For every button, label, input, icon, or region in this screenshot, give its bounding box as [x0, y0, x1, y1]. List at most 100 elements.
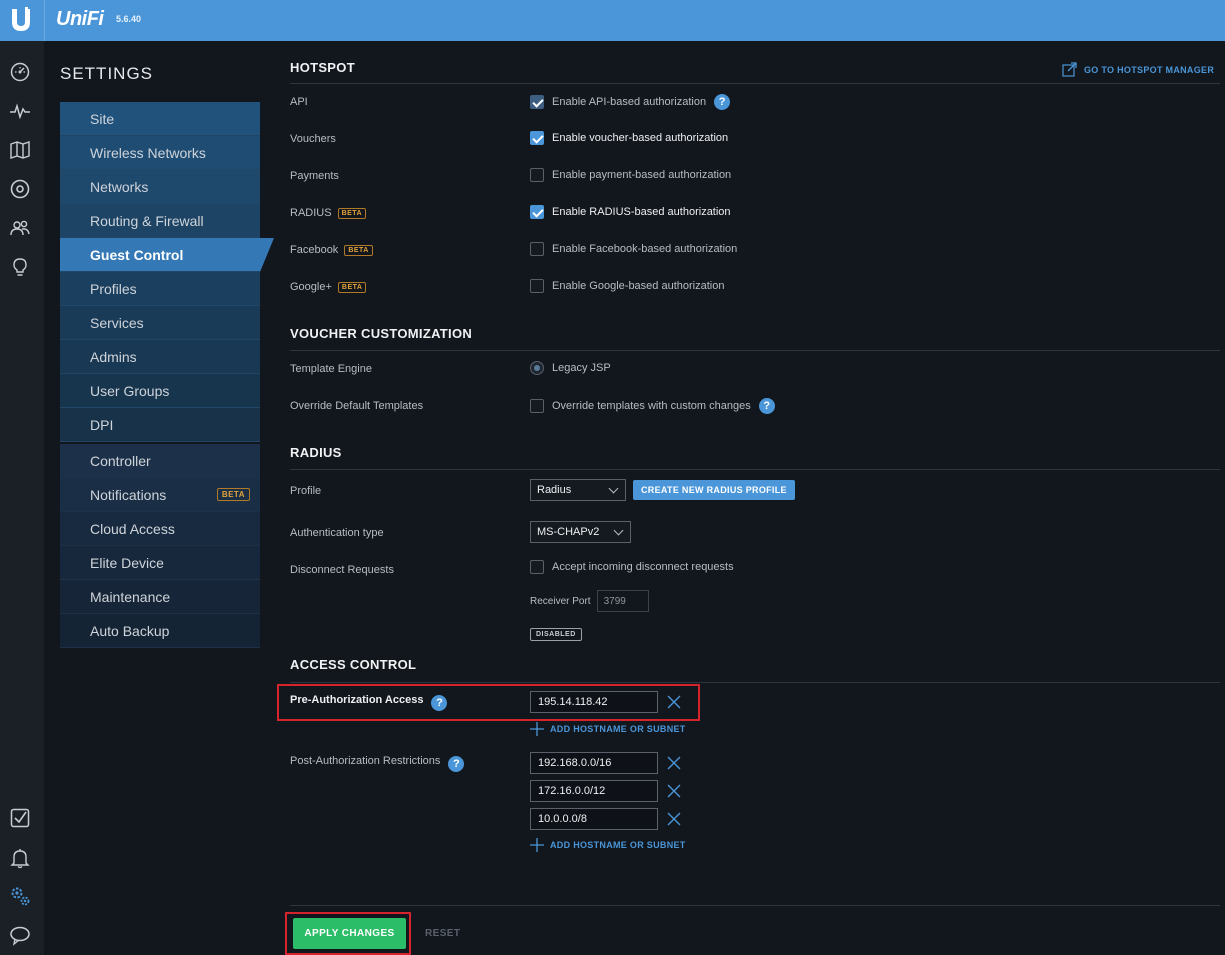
authentication-type-label: Authentication type [290, 527, 384, 539]
payment-auth-control: Enable payment-based authorization [530, 168, 731, 182]
override-templates-checkbox[interactable] [530, 399, 544, 413]
post-auth-entry-input[interactable]: 10.0.0.0/8 [530, 808, 658, 830]
settings-icon[interactable] [9, 885, 31, 907]
logo-divider [44, 0, 45, 41]
help-icon[interactable]: ? [714, 94, 731, 110]
payments-label: Payments [290, 170, 339, 182]
nav-item-wireless-networks[interactable]: Wireless Networks [60, 136, 260, 170]
authentication-type-select[interactable]: MS-CHAPv2 [530, 521, 631, 543]
facebook-auth-checkbox[interactable] [530, 242, 544, 256]
left-icon-rail [0, 41, 44, 955]
nav-item-routing-firewall[interactable]: Routing & Firewall [60, 204, 260, 238]
payment-auth-checkbox[interactable] [530, 168, 544, 182]
go-to-hotspot-manager-link[interactable]: GO TO HOTSPOT MANAGER [1062, 62, 1214, 77]
post-auth-entry-input[interactable]: 192.168.0.0/16 [530, 752, 658, 774]
nav-item-networks[interactable]: Networks [60, 170, 260, 204]
insights-icon[interactable] [9, 256, 31, 278]
radius-auth-checkbox[interactable] [530, 205, 544, 219]
nav-item-elite-device[interactable]: Elite Device [60, 546, 260, 580]
radius-label: RADIUS BETA [290, 207, 367, 219]
create-radius-profile-button[interactable]: CREATE NEW RADIUS PROFILE [633, 480, 795, 500]
override-templates-control: Override templates with custom changes ? [530, 398, 775, 414]
remove-entry-icon[interactable] [666, 755, 682, 771]
beta-badge: BETA [216, 488, 250, 501]
clients-icon[interactable] [9, 217, 31, 239]
help-icon[interactable]: ? [448, 756, 465, 772]
radius-profile-select[interactable]: Radius [530, 479, 626, 501]
radius-auth-control: Enable RADIUS-based authorization [530, 205, 731, 219]
events-icon[interactable] [9, 807, 31, 829]
voucher-auth-checkbox[interactable] [530, 131, 544, 145]
nav-item-maintenance[interactable]: Maintenance [60, 580, 260, 614]
nav-item-admins[interactable]: Admins [60, 340, 260, 374]
google-label-text: Google+ [290, 281, 332, 293]
nav-item-dpi[interactable]: DPI [60, 408, 260, 442]
radius-auth-text: Enable RADIUS-based authorization [552, 206, 731, 218]
api-auth-text: Enable API-based authorization [552, 96, 707, 108]
main-content: HOTSPOT GO TO HOTSPOT MANAGER API Enable… [277, 0, 1220, 955]
remove-entry-icon[interactable] [666, 811, 682, 827]
chat-icon[interactable] [9, 924, 31, 946]
beta-badge: BETA [344, 245, 373, 256]
help-icon[interactable]: ? [758, 398, 775, 414]
section-title-hotspot: HOTSPOT [290, 60, 355, 75]
template-engine-label: Template Engine [290, 363, 372, 375]
section-title-access-control: ACCESS CONTROL [290, 657, 417, 672]
hotspot-link-label: GO TO HOTSPOT MANAGER [1084, 64, 1215, 75]
disconnect-requests-control: Accept incoming disconnect requests [530, 560, 734, 574]
alerts-icon[interactable] [9, 847, 31, 869]
settings-title: SETTINGS [60, 64, 154, 83]
nav-item-services[interactable]: Services [60, 306, 260, 340]
google-auth-checkbox[interactable] [530, 279, 544, 293]
section-divider [290, 83, 1220, 84]
facebook-label-text: Facebook [290, 244, 339, 256]
nav-item-auto-backup[interactable]: Auto Backup [60, 614, 260, 648]
post-authorization-label: Post-Authorization Restrictions? [290, 755, 465, 772]
voucher-auth-control: Enable voucher-based authorization [530, 131, 728, 145]
payment-auth-text: Enable payment-based authorization [552, 169, 732, 181]
section-title-voucher-customization: VOUCHER CUSTOMIZATION [290, 326, 473, 341]
google-auth-text: Enable Google-based authorization [552, 280, 725, 292]
nav-item-site[interactable]: Site [60, 102, 260, 136]
receiver-port-label: Receiver Port [530, 595, 591, 607]
disconnect-requests-checkbox[interactable] [530, 560, 544, 574]
devices-icon[interactable] [9, 178, 31, 200]
reset-button[interactable]: RESET [425, 928, 460, 939]
disabled-status-badge: DISABLED [530, 628, 582, 641]
settings-nav: Site Wireless Networks Networks Routing … [60, 102, 274, 648]
nav-item-controller[interactable]: Controller [60, 444, 260, 478]
facebook-auth-control: Enable Facebook-based authorization [530, 242, 737, 256]
receiver-port-row: Receiver Port 3799 [530, 590, 649, 612]
voucher-auth-text: Enable voucher-based authorization [552, 132, 729, 144]
nav-item-guest-control[interactable]: Guest Control [60, 238, 274, 272]
add-hostname-subnet-link[interactable]: ADD HOSTNAME OR SUBNET [530, 838, 686, 852]
google-label: Google+ BETA [290, 281, 367, 293]
nav-item-notifications[interactable]: Notifications BETA [60, 478, 260, 512]
dashboard-icon[interactable] [9, 61, 31, 83]
nav-item-user-groups[interactable]: User Groups [60, 374, 260, 408]
nav-item-profiles[interactable]: Profiles [60, 272, 260, 306]
footer-divider [290, 905, 1220, 906]
add-hostname-subnet-link[interactable]: ADD HOSTNAME OR SUBNET [530, 722, 686, 736]
disconnect-requests-text: Accept incoming disconnect requests [552, 561, 734, 573]
api-label: API [290, 96, 308, 108]
api-auth-checkbox[interactable] [530, 95, 544, 109]
authentication-type-value: MS-CHAPv2 [537, 526, 600, 538]
chevron-down-icon [613, 525, 624, 536]
statistics-icon[interactable] [9, 100, 31, 122]
google-auth-control: Enable Google-based authorization [530, 279, 724, 293]
api-auth-control: Enable API-based authorization ? [530, 94, 731, 110]
external-link-icon [1062, 62, 1077, 77]
unifi-logo-text[interactable]: UniFi [56, 8, 104, 31]
post-auth-entry-input[interactable]: 172.16.0.0/12 [530, 780, 658, 802]
facebook-label: Facebook BETA [290, 244, 373, 256]
post-authorization-label-text: Post-Authorization Restrictions [290, 755, 441, 767]
ubiquiti-logo-icon[interactable] [10, 7, 32, 33]
remove-entry-icon[interactable] [666, 783, 682, 799]
profile-label: Profile [290, 485, 322, 497]
legacy-jsp-radio[interactable] [530, 361, 544, 375]
map-icon[interactable] [9, 139, 31, 161]
receiver-port-input[interactable]: 3799 [596, 590, 649, 612]
nav-item-cloud-access[interactable]: Cloud Access [60, 512, 260, 546]
add-hostname-subnet-text: ADD HOSTNAME OR SUBNET [550, 840, 686, 850]
